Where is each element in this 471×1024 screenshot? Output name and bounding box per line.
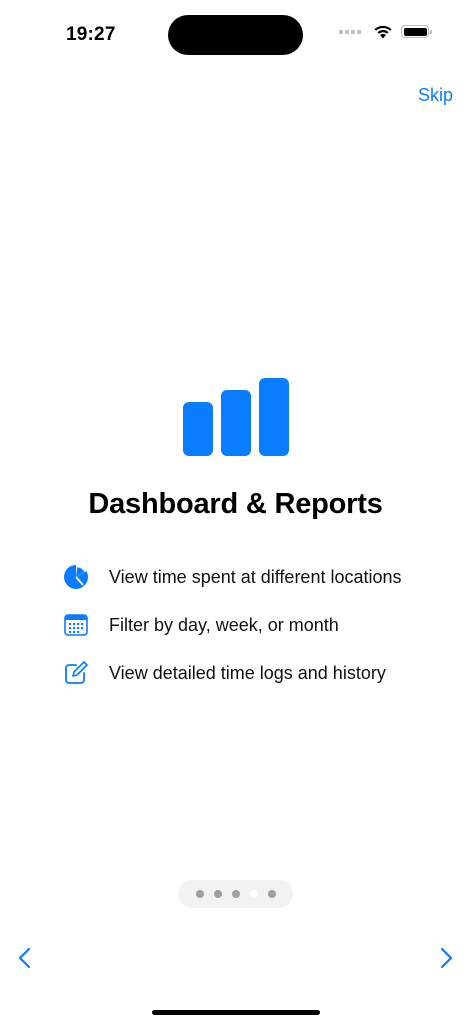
status-bar: 19:27 bbox=[0, 0, 471, 70]
calendar-icon bbox=[63, 612, 89, 638]
feature-text: View time spent at different locations bbox=[109, 566, 402, 587]
skip-button[interactable]: Skip bbox=[418, 85, 453, 106]
page-dot-3[interactable] bbox=[231, 890, 240, 898]
feature-item: Filter by day, week, or month bbox=[63, 601, 443, 649]
page-dot-1[interactable] bbox=[195, 890, 204, 898]
page-dot-5[interactable] bbox=[267, 890, 276, 898]
home-indicator[interactable] bbox=[152, 1010, 320, 1015]
next-button[interactable] bbox=[433, 946, 457, 970]
feature-text: Filter by day, week, or month bbox=[109, 614, 339, 635]
edit-icon bbox=[63, 660, 89, 686]
cellular-signal-icon bbox=[339, 29, 361, 34]
dynamic-island bbox=[168, 15, 303, 55]
battery-icon bbox=[401, 25, 432, 38]
feature-item: View detailed time logs and history bbox=[63, 649, 443, 697]
wifi-icon bbox=[374, 25, 392, 39]
page-dot-4-current[interactable] bbox=[249, 890, 258, 898]
status-icons bbox=[339, 24, 432, 39]
previous-button[interactable] bbox=[14, 946, 38, 970]
chevron-right-icon bbox=[440, 947, 453, 969]
feature-list: View time spent at different locations F… bbox=[63, 553, 443, 697]
feature-text: View detailed time logs and history bbox=[109, 662, 386, 683]
chart-bar-icon bbox=[183, 378, 289, 456]
chevron-left-icon bbox=[18, 947, 31, 969]
status-time: 19:27 bbox=[66, 24, 116, 45]
feature-item: View time spent at different locations bbox=[63, 553, 443, 601]
page-dot-2[interactable] bbox=[213, 890, 222, 898]
page-title: Dashboard & Reports bbox=[88, 488, 383, 520]
page-indicator[interactable] bbox=[178, 880, 293, 908]
pie-chart-icon bbox=[63, 564, 89, 590]
